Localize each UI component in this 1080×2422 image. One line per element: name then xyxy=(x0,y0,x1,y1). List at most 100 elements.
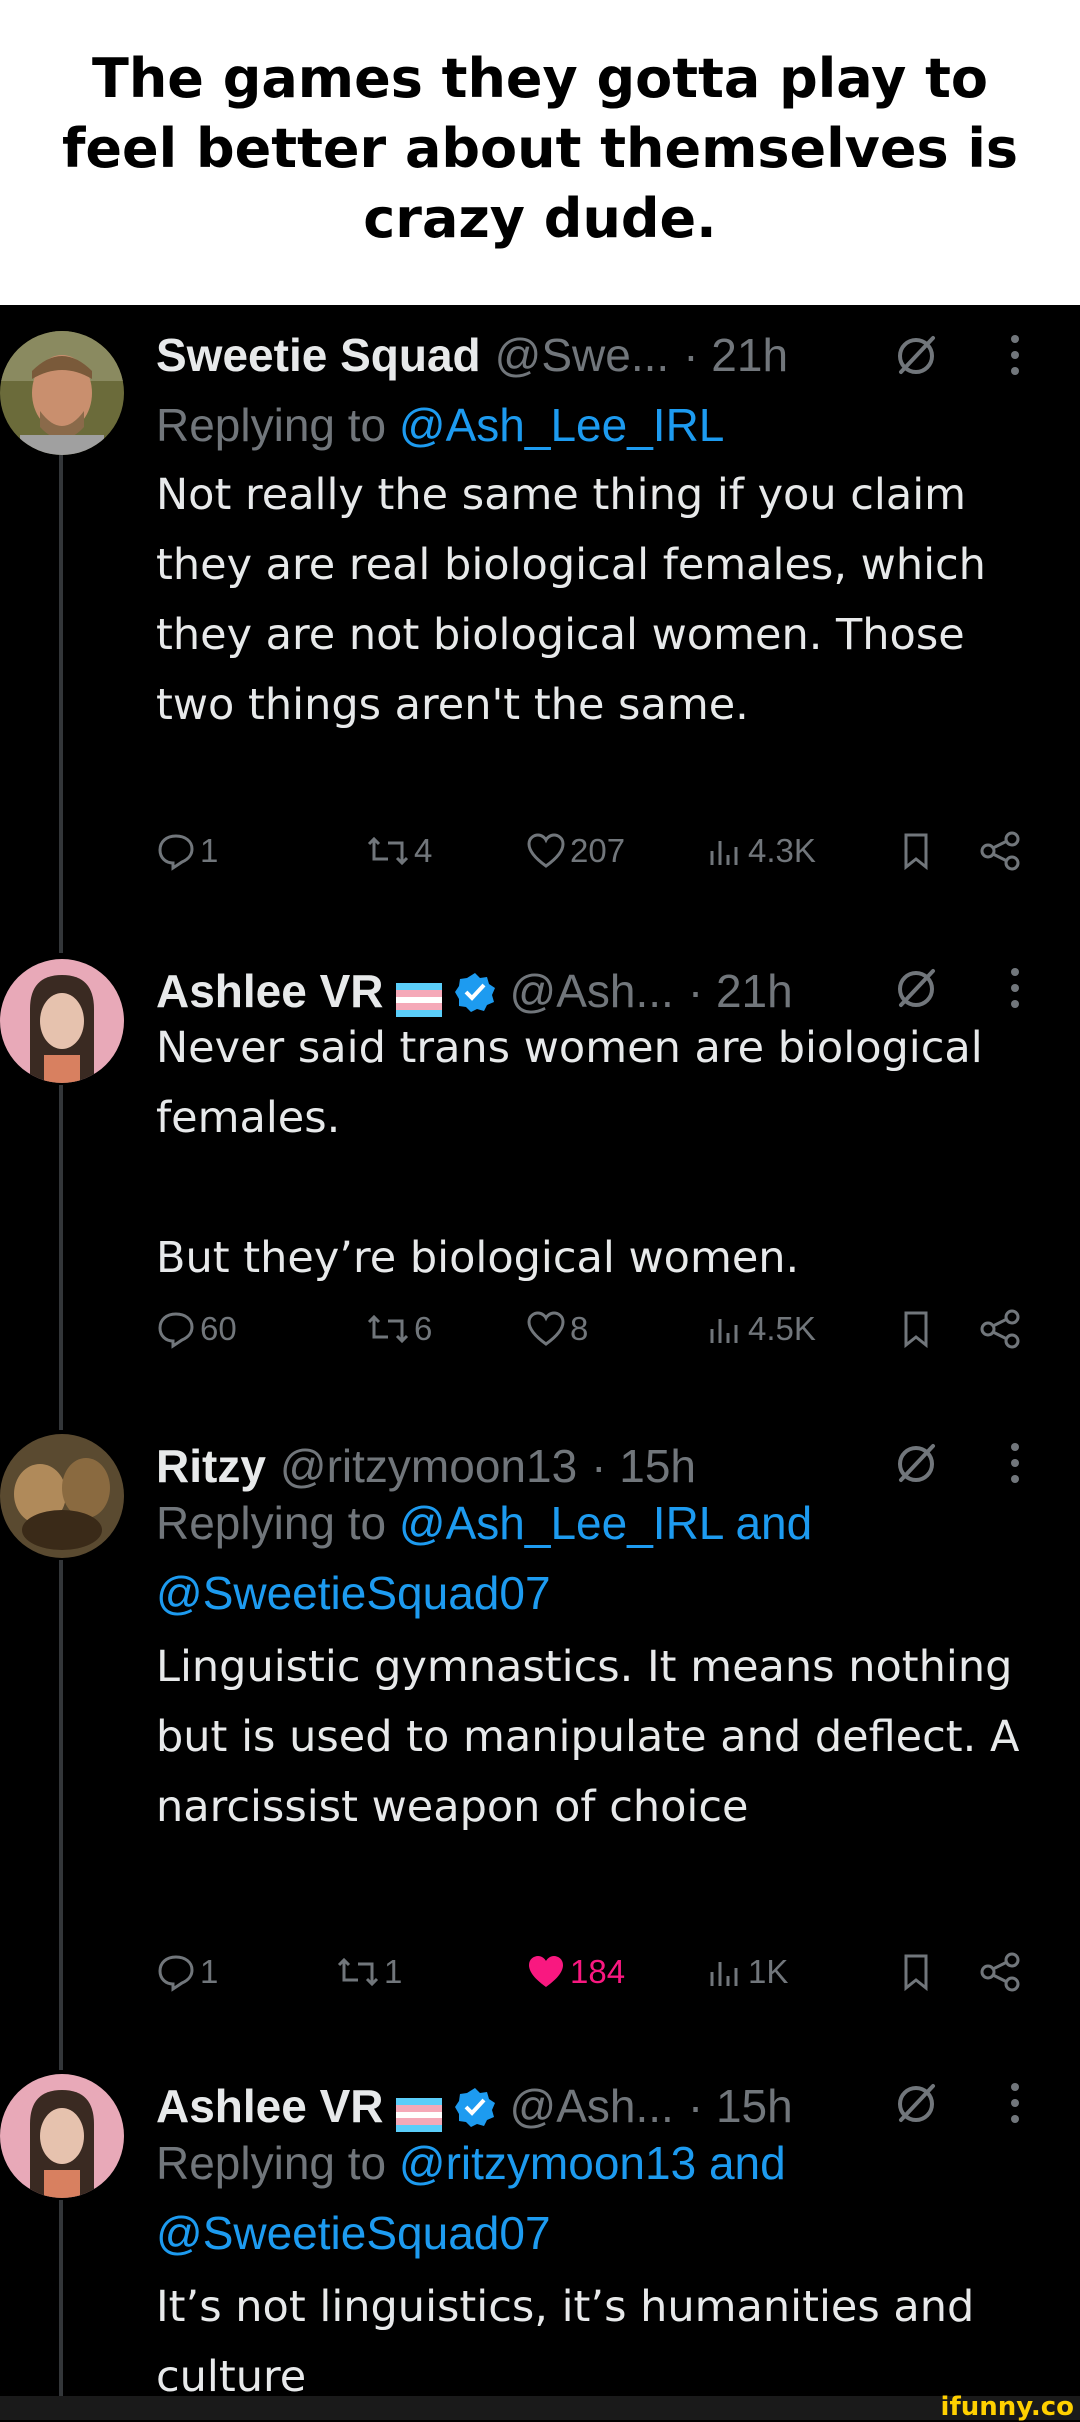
thread-line-top xyxy=(59,2050,63,2070)
heart-icon xyxy=(527,1311,565,1346)
views-icon xyxy=(710,1319,738,1343)
tweet-4[interactable]: Ashlee VR @Ash... · 15h Replying to @rit… xyxy=(0,2050,1080,2396)
repost-button[interactable]: 4 xyxy=(366,825,432,877)
view-count: 4.5K xyxy=(748,1310,816,1347)
reply-count: 1 xyxy=(200,832,219,869)
avatar-image xyxy=(0,959,124,1083)
ifunny-watermark: ifunny.co xyxy=(940,2392,1074,2422)
mention-link[interactable]: @ritzymoon13 xyxy=(399,2137,696,2189)
views-icon xyxy=(710,1962,738,1986)
grok-icon[interactable] xyxy=(893,1440,939,1486)
share-icon[interactable] xyxy=(978,1946,1024,1998)
display-name[interactable]: Ashlee VR xyxy=(156,2079,384,2133)
replying-to-label: Replying to xyxy=(156,2137,387,2189)
bookmark-icon[interactable] xyxy=(896,1303,936,1355)
handle[interactable]: @Ash... xyxy=(510,964,674,1018)
tweet-header: Ashlee VR @Ash... · 21h xyxy=(156,961,793,1021)
tweet-header: Sweetie Squad @Swe... · 21h xyxy=(156,325,788,385)
display-name[interactable]: Ritzy xyxy=(156,1439,266,1493)
views-button[interactable]: 4.5K xyxy=(704,1303,816,1355)
reply-count: 60 xyxy=(200,1310,237,1347)
tweet-header: Ritzy @ritzymoon13 · 15h xyxy=(156,1436,696,1496)
timestamp[interactable]: · 15h xyxy=(591,1439,696,1493)
tweet-text: Never said trans women are biological fe… xyxy=(156,1023,983,1283)
avatar[interactable] xyxy=(0,1434,124,1558)
replying-to: Replying to @Ash_Lee_IRL xyxy=(156,390,1036,460)
display-name[interactable]: Sweetie Squad xyxy=(156,328,481,382)
view-count: 4.3K xyxy=(748,832,816,869)
timestamp[interactable]: · 15h xyxy=(688,2079,793,2133)
watermark-bar: ifunny.co xyxy=(0,2392,1080,2422)
tweet-text: It’s not linguistics, it’s humanities an… xyxy=(156,2282,988,2396)
repost-button[interactable]: 6 xyxy=(366,1303,432,1355)
more-icon[interactable] xyxy=(1008,965,1022,1011)
mention-and: and xyxy=(708,2137,786,2189)
handle[interactable]: @Ash... xyxy=(510,2079,674,2133)
timestamp[interactable]: · 21h xyxy=(688,964,793,1018)
repost-button[interactable]: 1 xyxy=(336,1946,402,1998)
display-name[interactable]: Ashlee VR xyxy=(156,964,384,1018)
verified-badge-icon[interactable] xyxy=(454,970,496,1012)
share-icon[interactable] xyxy=(978,1303,1024,1355)
views-button[interactable]: 1K xyxy=(704,1946,788,1998)
mention-link[interactable]: @Ash_Lee_IRL xyxy=(399,399,724,451)
more-icon[interactable] xyxy=(1008,1440,1022,1486)
like-button[interactable]: 207 xyxy=(526,825,625,877)
repost-icon xyxy=(367,1314,409,1344)
avatar[interactable] xyxy=(0,2074,124,2198)
action-bar: 60 6 8 4.5K xyxy=(156,1303,1036,1355)
views-button[interactable]: 4.3K xyxy=(704,825,816,877)
repost-icon xyxy=(367,836,409,866)
reply-button[interactable]: 1 xyxy=(156,825,218,877)
trans-flag-icon xyxy=(395,2089,442,2132)
heart-filled-icon xyxy=(529,1956,563,1987)
mention-and: and xyxy=(735,1497,813,1549)
tweet-3[interactable]: Ritzy @ritzymoon13 · 15h Replying to @As… xyxy=(0,1410,1080,2050)
repost-count: 1 xyxy=(384,1953,403,1990)
replying-to: Replying to @Ash_Lee_IRL and @SweetieSqu… xyxy=(156,1488,1036,1628)
repost-icon xyxy=(337,1957,379,1987)
tweet-1[interactable]: Sweetie Squad @Swe... · 21h Replying to … xyxy=(0,305,1080,935)
mention-link[interactable]: @Ash_Lee_IRL xyxy=(399,1497,723,1549)
avatar[interactable] xyxy=(0,331,124,455)
grok-icon[interactable] xyxy=(893,965,939,1011)
meme-caption: The games they gotta play to feel better… xyxy=(0,0,1080,305)
replying-to: Replying to @ritzymoon13 and @SweetieSqu… xyxy=(156,2128,1036,2268)
more-icon[interactable] xyxy=(1008,2080,1022,2126)
grok-icon[interactable] xyxy=(893,332,939,378)
mention-link-2[interactable]: @SweetieSquad07 xyxy=(156,2207,551,2259)
action-bar: 1 4 207 4.3K xyxy=(156,825,1036,877)
handle[interactable]: @Swe... xyxy=(495,328,670,382)
like-button[interactable]: 8 xyxy=(526,1303,588,1355)
like-count: 184 xyxy=(570,1953,626,1990)
bookmark-icon[interactable] xyxy=(896,1946,936,1998)
tweet-header: Ashlee VR @Ash... · 15h xyxy=(156,2076,793,2136)
reply-icon xyxy=(158,1955,194,1992)
avatar-image xyxy=(0,331,124,455)
replying-to-label: Replying to xyxy=(156,1497,387,1549)
handle[interactable]: @ritzymoon13 xyxy=(280,1439,577,1493)
reply-button[interactable]: 60 xyxy=(156,1303,237,1355)
thread-line xyxy=(59,455,63,935)
verified-badge-icon[interactable] xyxy=(454,2085,496,2127)
bookmark-icon[interactable] xyxy=(896,825,936,877)
timestamp[interactable]: · 21h xyxy=(683,328,788,382)
reply-icon xyxy=(158,834,194,871)
tweet-text: Not really the same thing if you claim t… xyxy=(156,470,1000,730)
action-bar: 1 1 184 1K xyxy=(156,1946,1036,1998)
avatar[interactable] xyxy=(0,959,124,1083)
reply-button[interactable]: 1 xyxy=(156,1946,218,1998)
heart-icon xyxy=(527,833,565,868)
repost-count: 4 xyxy=(414,832,433,869)
tweet-text: Linguistic gymnastics. It means nothing … xyxy=(156,1642,1034,1832)
tweet-2[interactable]: Ashlee VR @Ash... · 21h Never said trans… xyxy=(0,935,1080,1410)
like-button[interactable]: 184 xyxy=(526,1946,625,1998)
mention-link-2[interactable]: @SweetieSquad07 xyxy=(156,1567,551,1619)
more-icon[interactable] xyxy=(1008,332,1022,378)
share-icon[interactable] xyxy=(978,825,1024,877)
thread-line xyxy=(59,1085,63,1410)
replying-to-label: Replying to xyxy=(156,399,387,451)
grok-icon[interactable] xyxy=(893,2080,939,2126)
like-count: 8 xyxy=(570,1310,589,1347)
thread-line-top xyxy=(59,935,63,953)
